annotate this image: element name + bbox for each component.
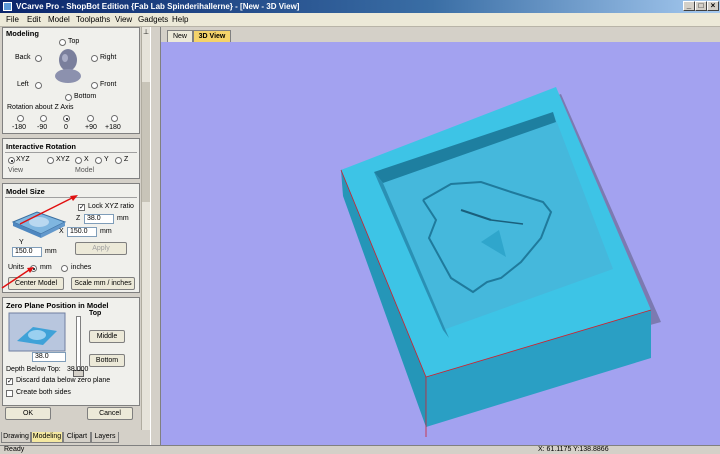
rotate-z-label: Z xyxy=(124,156,129,163)
pin-icon[interactable]: ⊥ xyxy=(142,29,150,37)
group-model-label: Model xyxy=(75,167,95,174)
rotation-0-label: 0 xyxy=(64,124,68,131)
maximize-button[interactable]: □ xyxy=(695,1,707,11)
view-left-label: Left xyxy=(17,81,29,88)
zero-plane-section: Zero Plane Position in Model Top Middle … xyxy=(2,297,140,406)
rotate-model-xyz-label: XYZ xyxy=(56,156,70,163)
rotate-view-xyz-label: XYZ xyxy=(16,156,30,163)
discard-below-label: Discard data below zero plane xyxy=(16,377,111,384)
group-view-label: View xyxy=(8,167,24,174)
x-unit-label: mm xyxy=(100,228,112,235)
tab-clipart[interactable]: Clipart xyxy=(63,432,91,443)
zero-plane-input[interactable]: 38.0 xyxy=(32,352,66,362)
panel-splitter[interactable] xyxy=(150,27,161,445)
view-top-radio[interactable] xyxy=(59,39,66,46)
tab-layers[interactable]: Layers xyxy=(91,432,119,443)
ok-button[interactable]: OK xyxy=(5,407,51,420)
rotate-z-radio[interactable] xyxy=(115,157,122,164)
rotate-x-radio[interactable] xyxy=(75,157,82,164)
interactive-rotation-header: Interactive Rotation xyxy=(6,142,77,151)
menu-model[interactable]: Model xyxy=(48,14,70,25)
title-bar: VCarve Pro - ShopBot Edition {Fab Lab Sp… xyxy=(0,0,720,13)
create-both-sides-checkbox[interactable] xyxy=(6,390,13,397)
z-size-input[interactable]: 38.0 xyxy=(84,214,114,224)
rotate-model-xyz-radio[interactable] xyxy=(47,157,54,164)
view-top-label: Top xyxy=(68,38,80,45)
zero-top-label: Top xyxy=(89,310,102,317)
rotation-plus180-label: +180 xyxy=(105,124,121,131)
interactive-rotation-section: Interactive Rotation XYZ XYZ X Y Z View … xyxy=(2,138,140,179)
scale-units-button[interactable]: Scale mm / inches xyxy=(71,277,135,290)
view-left-radio[interactable] xyxy=(35,82,42,89)
middle-button[interactable]: Middle xyxy=(89,330,125,343)
lock-xyz-label: Lock XYZ ratio xyxy=(88,203,134,210)
view-right-radio[interactable] xyxy=(91,55,98,62)
view-bottom-label: Bottom xyxy=(74,93,97,100)
apply-button[interactable]: Apply xyxy=(75,242,127,255)
annotation-arrows xyxy=(1,195,78,289)
rotation-label: Rotation about Z Axis xyxy=(7,104,74,111)
rotation-plus90-radio[interactable] xyxy=(87,115,94,122)
menu-edit[interactable]: Edit xyxy=(27,14,41,25)
tab-drawing[interactable]: Drawing xyxy=(1,432,31,443)
tab-modeling[interactable]: Modeling xyxy=(31,432,63,443)
menu-view[interactable]: View xyxy=(115,14,132,25)
modeling-views-section: Modeling Top Back Right Left Front Botto… xyxy=(2,27,140,134)
rotate-view-xyz-radio[interactable] xyxy=(8,157,15,164)
rotation-minus180-radio[interactable] xyxy=(17,115,24,122)
app-icon xyxy=(3,2,12,11)
bust-preview-image xyxy=(55,49,81,83)
rotation-plus90-label: +90 xyxy=(85,124,97,131)
window-title: VCarve Pro - ShopBot Edition {Fab Lab Sp… xyxy=(16,2,300,11)
create-both-sides-label: Create both sides xyxy=(16,389,71,396)
rotate-x-label: X xyxy=(84,156,89,163)
menu-file[interactable]: File xyxy=(6,14,19,25)
3d-viewport[interactable] xyxy=(161,42,720,445)
discard-below-checkbox[interactable]: ✓ xyxy=(6,378,13,385)
rotation-0-radio[interactable] xyxy=(63,115,70,122)
rotation-minus90-label: -90 xyxy=(37,124,48,131)
bottom-button[interactable]: Bottom xyxy=(89,354,125,367)
z-unit-label: mm xyxy=(117,215,129,222)
minimize-button[interactable]: _ xyxy=(683,1,695,11)
view-back-radio[interactable] xyxy=(35,55,42,62)
zero-plane-preview-image xyxy=(8,312,66,352)
rotation-minus90-radio[interactable] xyxy=(40,115,47,122)
view-bottom-radio[interactable] xyxy=(65,94,72,101)
divider xyxy=(5,152,137,153)
rotation-minus180-label: -180 xyxy=(12,124,27,131)
scrollbar-thumb[interactable] xyxy=(142,82,150,202)
zero-plane-header: Zero Plane Position in Model xyxy=(6,301,109,310)
depth-below-top-label: Depth Below Top: xyxy=(6,366,61,373)
rotation-plus180-radio[interactable] xyxy=(111,115,118,122)
menu-gadgets[interactable]: Gadgets xyxy=(138,14,168,25)
menu-help[interactable]: Help xyxy=(172,14,188,25)
menu-bar: File Edit Model Toolpaths View Gadgets H… xyxy=(0,13,720,27)
cancel-button[interactable]: Cancel xyxy=(87,407,133,420)
depth-below-top-value: 38.000 xyxy=(67,366,89,373)
tab-3d-view[interactable]: 3D View xyxy=(193,30,231,42)
rotate-y-label: Y xyxy=(104,156,109,163)
3d-model-render xyxy=(340,87,661,437)
menu-toolpaths[interactable]: Toolpaths xyxy=(76,14,110,25)
view-right-label: Right xyxy=(100,54,117,61)
tab-new[interactable]: New xyxy=(167,30,193,42)
view-front-radio[interactable] xyxy=(91,82,98,89)
view-front-label: Front xyxy=(100,81,117,88)
document-tabs: New 3D View xyxy=(161,27,720,42)
close-button[interactable]: × xyxy=(707,1,719,11)
view-back-label: Back xyxy=(15,54,31,61)
rotate-y-radio[interactable] xyxy=(95,157,102,164)
modeling-header: Modeling xyxy=(6,29,39,38)
